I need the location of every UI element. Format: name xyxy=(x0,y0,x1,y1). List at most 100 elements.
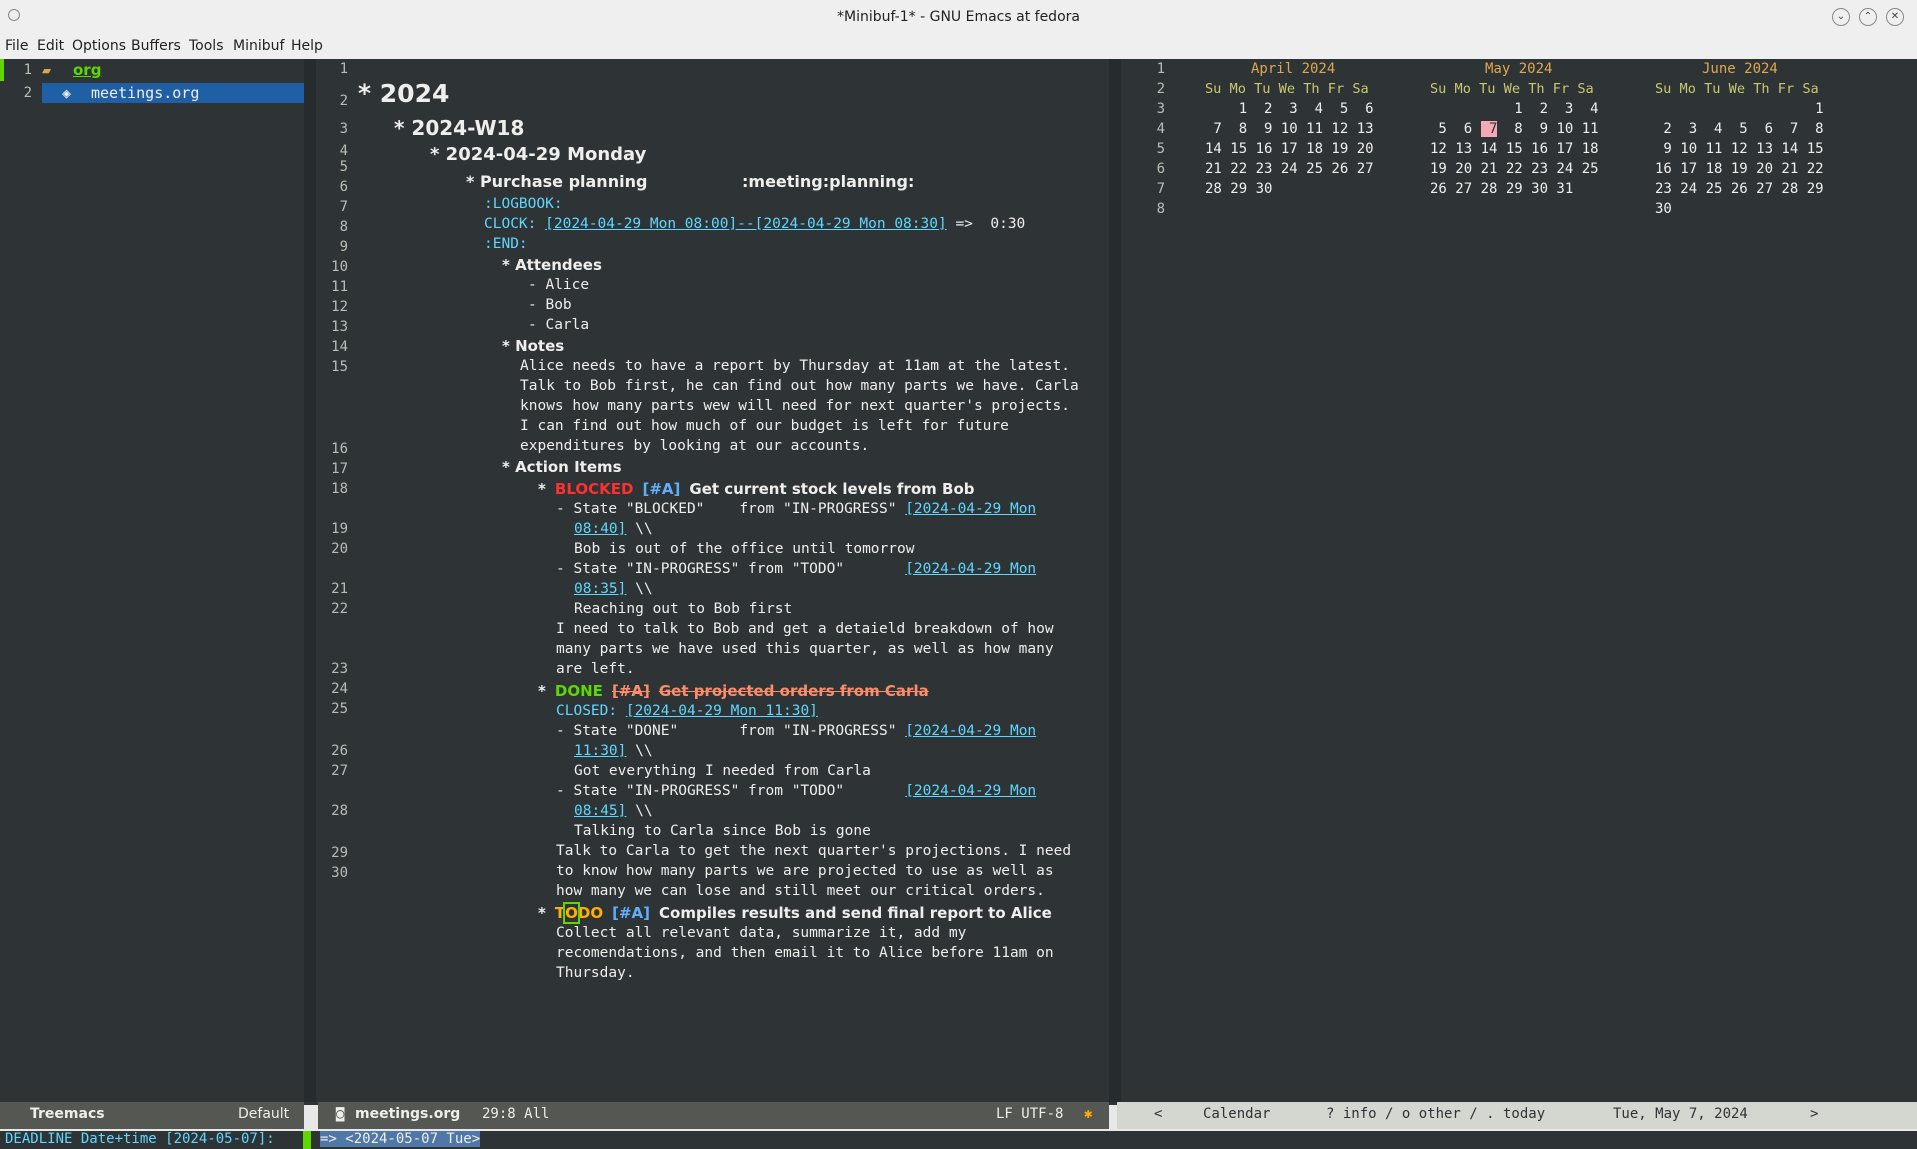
line-number: 18 xyxy=(331,481,348,497)
minibuffer-cursor xyxy=(303,1131,311,1149)
timestamp-link[interactable]: 08:45] xyxy=(574,803,626,819)
timestamp-link[interactable]: [2024-04-29 Mon xyxy=(905,501,1036,517)
line-number: 15 xyxy=(331,359,348,375)
calendar-week-row[interactable]: 14 15 16 17 18 19 20 xyxy=(1205,139,1374,159)
line-number: 5 xyxy=(1156,141,1165,157)
line-number: 8 xyxy=(339,219,348,235)
line-number: 12 xyxy=(331,299,348,315)
next-month-button[interactable]: > xyxy=(1810,1106,1818,1122)
treemacs-pane[interactable]: 1 ▰ org 2 ◈ meetings.org xyxy=(0,59,304,1102)
heading-tags: :meeting:planning: xyxy=(742,172,915,191)
list-item: - Alice xyxy=(528,277,590,293)
line-number: 4 xyxy=(1156,121,1165,137)
calendar-week-row[interactable]: 7 8 9 10 11 12 13 xyxy=(1205,119,1373,139)
calendar-modeline: < Calendar ? info / o other / . today Tu… xyxy=(1117,1102,1917,1129)
clock-line: CLOCK: [2024-04-29 Mon 08:00]--[2024-04-… xyxy=(484,216,1026,232)
body-line: how many we can lose and still meet our … xyxy=(556,883,1045,899)
treemacs-file-meetings[interactable]: meetings.org xyxy=(91,83,199,103)
heading-level3: * 2024-04-29 Monday xyxy=(430,144,647,165)
modeline-buffer-name[interactable]: meetings.org xyxy=(355,1106,460,1122)
menu-options[interactable]: Options xyxy=(72,38,126,54)
heading-attendees: * Attendees xyxy=(502,256,602,274)
line-number: 19 xyxy=(331,521,348,537)
weekday-header: Su Mo Tu We Th Fr Sa xyxy=(1655,81,1819,97)
timestamp-link[interactable]: [2024-04-29 Mon xyxy=(905,561,1036,577)
window-divider[interactable] xyxy=(1109,59,1121,1102)
timestamp-link[interactable]: [2024-04-29 Mon 11:30] xyxy=(626,703,818,719)
notes-line: Talk to Bob first, he can find out how m… xyxy=(520,378,1079,394)
body-line: Collect all relevant data, summarize it,… xyxy=(556,925,967,941)
line-number: 11 xyxy=(331,279,348,295)
line-number: 26 xyxy=(331,743,348,759)
calendar-week-row[interactable]: 23 24 25 26 27 28 29 xyxy=(1655,179,1824,199)
calendar-week-row[interactable]: 19 20 21 22 23 24 25 xyxy=(1430,159,1599,179)
timestamp-link[interactable]: 11:30] xyxy=(574,743,626,759)
minibuffer[interactable]: DEADLINE Date+time [2024-05-07]: => <202… xyxy=(0,1131,1917,1149)
minibuffer-input[interactable]: => <2024-05-07 Tue> xyxy=(320,1131,481,1147)
maximize-icon[interactable]: ⌃ xyxy=(1859,8,1877,26)
priority-tag: [#A] xyxy=(611,682,650,700)
body-line: many parts we have used this quarter, as… xyxy=(556,641,1054,657)
task-done-heading: * DONE [#A] Get projected orders from Ca… xyxy=(538,682,929,700)
timestamp-link[interactable]: 08:40] xyxy=(574,521,626,537)
menu-edit[interactable]: Edit xyxy=(37,38,64,54)
calendar-week-row[interactable]: 1 2 3 4 5 6 xyxy=(1205,99,1374,119)
menu-file[interactable]: File xyxy=(5,38,28,54)
notes-line: knows how many parts wew will need for n… xyxy=(520,398,1070,414)
logbook-drawer: :LOGBOOK: xyxy=(484,196,563,212)
line-number: 7 xyxy=(339,199,348,215)
priority-tag: [#A] xyxy=(642,480,681,498)
calendar-week-row[interactable]: 28 29 30 xyxy=(1205,179,1272,199)
menu-buffers[interactable]: Buffers xyxy=(131,38,181,54)
line-number: 2 xyxy=(23,85,32,101)
editor-pane[interactable]: 1 2 3 4 5 6 7 8 9 10 11 12 13 14 15 16 17 18 19 20 21 22 23 24 2… xyxy=(318,59,1109,1102)
prev-month-button[interactable]: < xyxy=(1154,1106,1162,1122)
state-note: Talking to Carla since Bob is gone xyxy=(574,823,871,839)
task-blocked-heading: * BLOCKED [#A] Get current stock levels … xyxy=(538,480,975,498)
timestamp-link[interactable]: 08:35] xyxy=(574,581,626,597)
modeline-calendar-name: Calendar xyxy=(1203,1106,1271,1122)
line-number: 13 xyxy=(331,319,348,335)
calendar-week-row[interactable]: 1 2 3 4 xyxy=(1430,99,1598,119)
calendar-week-row[interactable]: 26 27 28 29 30 31 xyxy=(1430,179,1573,199)
timestamp-link[interactable]: [2024-04-29 Mon xyxy=(905,783,1036,799)
window-divider[interactable] xyxy=(304,59,316,1102)
state-note: Bob is out of the office until tomorrow xyxy=(574,541,915,557)
line-number: 5 xyxy=(339,159,348,175)
heading-action-items: * Action Items xyxy=(502,458,622,476)
menu-tools[interactable]: Tools xyxy=(189,38,224,54)
calendar-week-row[interactable]: 30 xyxy=(1655,199,1672,219)
state-note: Got everything I needed from Carla xyxy=(574,763,871,779)
line-number: 8 xyxy=(1156,201,1165,217)
menu-help[interactable]: Help xyxy=(291,38,323,54)
minimize-icon[interactable]: ⌄ xyxy=(1832,8,1850,26)
modeline-encoding[interactable]: LF UTF-8 xyxy=(996,1106,1063,1122)
modeline-calendar-date: Tue, May 7, 2024 xyxy=(1613,1106,1748,1122)
calendar-week-row[interactable]: 9 10 11 12 13 14 15 xyxy=(1655,139,1823,159)
calendar-week-row[interactable]: 5 6 7 8 9 10 11 xyxy=(1430,119,1599,139)
calendar-week-row[interactable]: 21 22 23 24 25 26 27 xyxy=(1205,159,1374,179)
treemacs-root-org[interactable]: org xyxy=(73,60,101,80)
calendar-week-row[interactable]: 16 17 18 19 20 21 22 xyxy=(1655,159,1824,179)
state-change-line: 08:35] \\ xyxy=(574,581,653,597)
body-line: Thursday. xyxy=(556,965,635,981)
calendar-pane[interactable]: 1 2 3 4 5 6 7 8 April 2024 May 2024 June 2024 S… xyxy=(1121,59,1917,1102)
body-line: are left. xyxy=(556,661,635,677)
calendar-week-row[interactable]: 2 3 4 5 6 7 8 xyxy=(1655,119,1823,139)
line-number: 1 xyxy=(339,61,348,77)
line-number: 23 xyxy=(331,661,348,677)
menu-minibuf[interactable]: Minibuf xyxy=(233,38,284,54)
close-icon[interactable]: ✕ xyxy=(1886,8,1904,26)
line-number: 25 xyxy=(331,701,348,717)
line-number: 7 xyxy=(1156,181,1165,197)
calendar-week-row[interactable]: 1 xyxy=(1655,99,1823,119)
clock-timestamp[interactable]: [2024-04-29 Mon 08:00]--[2024-04-29 Mon … xyxy=(545,216,947,232)
calendar-week-row[interactable]: 12 13 14 15 16 17 18 xyxy=(1430,139,1599,159)
timestamp-link[interactable]: [2024-04-29 Mon xyxy=(905,723,1036,739)
calendar-today[interactable]: 7 xyxy=(1480,121,1498,137)
line-number: 14 xyxy=(331,339,348,355)
list-item: - Carla xyxy=(528,317,590,333)
state-change-line: - State "DONE" from "IN-PROGRESS" [2024-… xyxy=(556,723,1037,739)
line-number: 1 xyxy=(1156,61,1165,77)
weekday-header: Su Mo Tu We Th Fr Sa xyxy=(1205,81,1369,97)
